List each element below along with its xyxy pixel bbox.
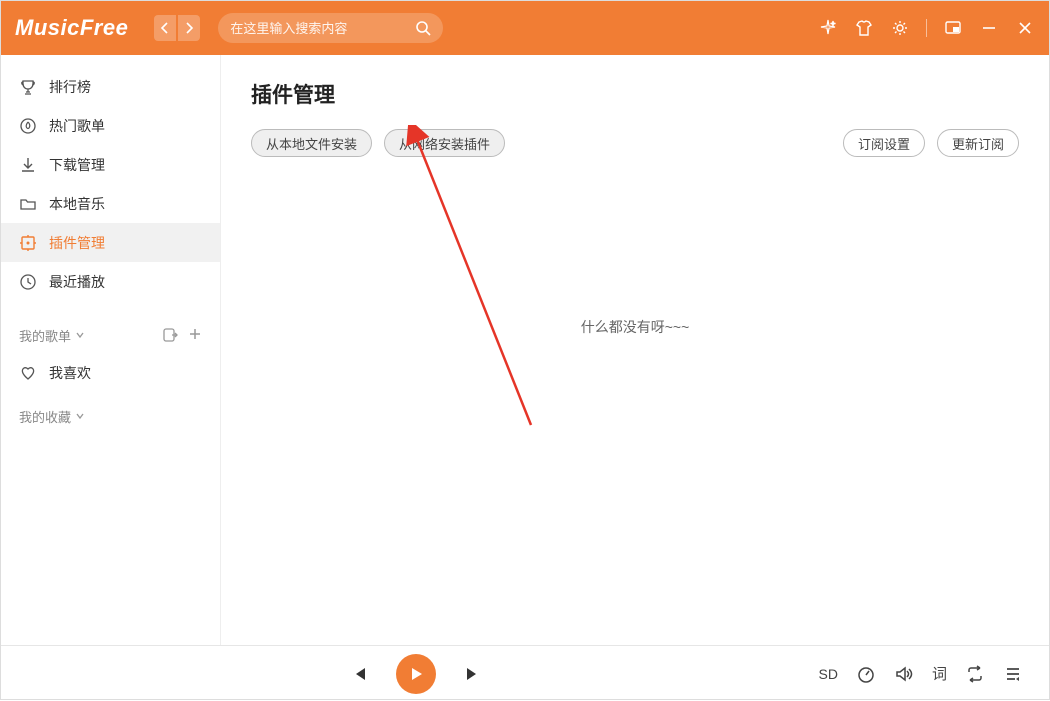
nav-buttons: [154, 15, 200, 41]
separator: [926, 19, 927, 37]
player-bar: SD 词: [1, 645, 1049, 701]
sidebar-item-label: 我喜欢: [49, 363, 91, 383]
sidebar-section-mylist[interactable]: 我的歌单: [1, 317, 220, 353]
main-content: 插件管理 从本地文件安装 从网络安装插件 订阅设置 更新订阅 什么都没有呀~~~: [221, 55, 1049, 645]
sidebar-item-label: 排行榜: [49, 77, 91, 97]
speed-icon[interactable]: [856, 664, 876, 684]
quality-button[interactable]: SD: [819, 666, 838, 682]
page-title: 插件管理: [251, 79, 1019, 109]
sidebar-item-ranking[interactable]: 排行榜: [1, 67, 220, 106]
chevron-down-icon: [75, 330, 85, 340]
sidebar-item-recent[interactable]: 最近播放: [1, 262, 220, 301]
clock-icon: [19, 273, 37, 291]
sidebar-item-download[interactable]: 下载管理: [1, 145, 220, 184]
volume-icon[interactable]: [894, 664, 914, 684]
sidebar-item-local[interactable]: 本地音乐: [1, 184, 220, 223]
playlist-icon[interactable]: [1003, 664, 1023, 684]
sidebar-item-like[interactable]: 我喜欢: [1, 353, 220, 392]
play-button[interactable]: [396, 654, 436, 694]
heart-icon: [19, 364, 37, 382]
annotation-arrow: [391, 125, 571, 435]
chevron-left-icon: [160, 22, 170, 34]
fire-icon: [19, 117, 37, 135]
update-subscription-button[interactable]: 更新订阅: [937, 129, 1019, 157]
sidebar-item-plugins[interactable]: 插件管理: [1, 223, 220, 262]
tshirt-icon[interactable]: [854, 18, 874, 38]
app-logo: MusicFree: [15, 15, 128, 41]
mini-mode-icon[interactable]: [943, 18, 963, 38]
search-icon[interactable]: [415, 20, 431, 36]
close-icon[interactable]: [1015, 18, 1035, 38]
sidebar-item-label: 最近播放: [49, 272, 105, 292]
install-network-button[interactable]: 从网络安装插件: [384, 129, 505, 157]
import-icon[interactable]: [162, 327, 178, 343]
window-controls: [818, 18, 1035, 38]
sidebar-item-label: 本地音乐: [49, 194, 105, 214]
chevron-right-icon: [184, 22, 194, 34]
sidebar-item-label: 下载管理: [49, 155, 105, 175]
install-local-button[interactable]: 从本地文件安装: [251, 129, 372, 157]
loop-icon[interactable]: [965, 664, 985, 684]
action-row: 从本地文件安装 从网络安装插件 订阅设置 更新订阅: [251, 129, 1019, 157]
sparkle-icon[interactable]: [818, 18, 838, 38]
section-label: 我的歌单: [19, 326, 71, 345]
title-bar: MusicFree: [1, 1, 1049, 55]
plus-icon[interactable]: [188, 327, 202, 343]
section-label: 我的收藏: [19, 407, 71, 426]
search-box[interactable]: [218, 13, 443, 43]
chevron-down-icon: [75, 411, 85, 421]
next-track-button[interactable]: [462, 663, 484, 685]
folder-icon: [19, 195, 37, 213]
subscription-settings-button[interactable]: 订阅设置: [843, 129, 925, 157]
prev-track-button[interactable]: [348, 663, 370, 685]
nav-forward-button[interactable]: [178, 15, 200, 41]
sidebar: 排行榜 热门歌单 下载管理 本地音乐 插件管理 最近播放 我的歌单: [1, 55, 221, 645]
sidebar-section-fav[interactable]: 我的收藏: [1, 398, 220, 434]
gear-icon[interactable]: [890, 18, 910, 38]
sidebar-item-hot[interactable]: 热门歌单: [1, 106, 220, 145]
empty-state-text: 什么都没有呀~~~: [251, 317, 1019, 337]
sidebar-item-label: 热门歌单: [49, 116, 105, 136]
plugin-icon: [19, 234, 37, 252]
nav-back-button[interactable]: [154, 15, 176, 41]
minimize-icon[interactable]: [979, 18, 999, 38]
lyric-button[interactable]: 词: [932, 663, 947, 684]
download-icon: [19, 156, 37, 174]
trophy-icon: [19, 78, 37, 96]
sidebar-item-label: 插件管理: [49, 233, 105, 253]
search-input[interactable]: [230, 21, 415, 36]
